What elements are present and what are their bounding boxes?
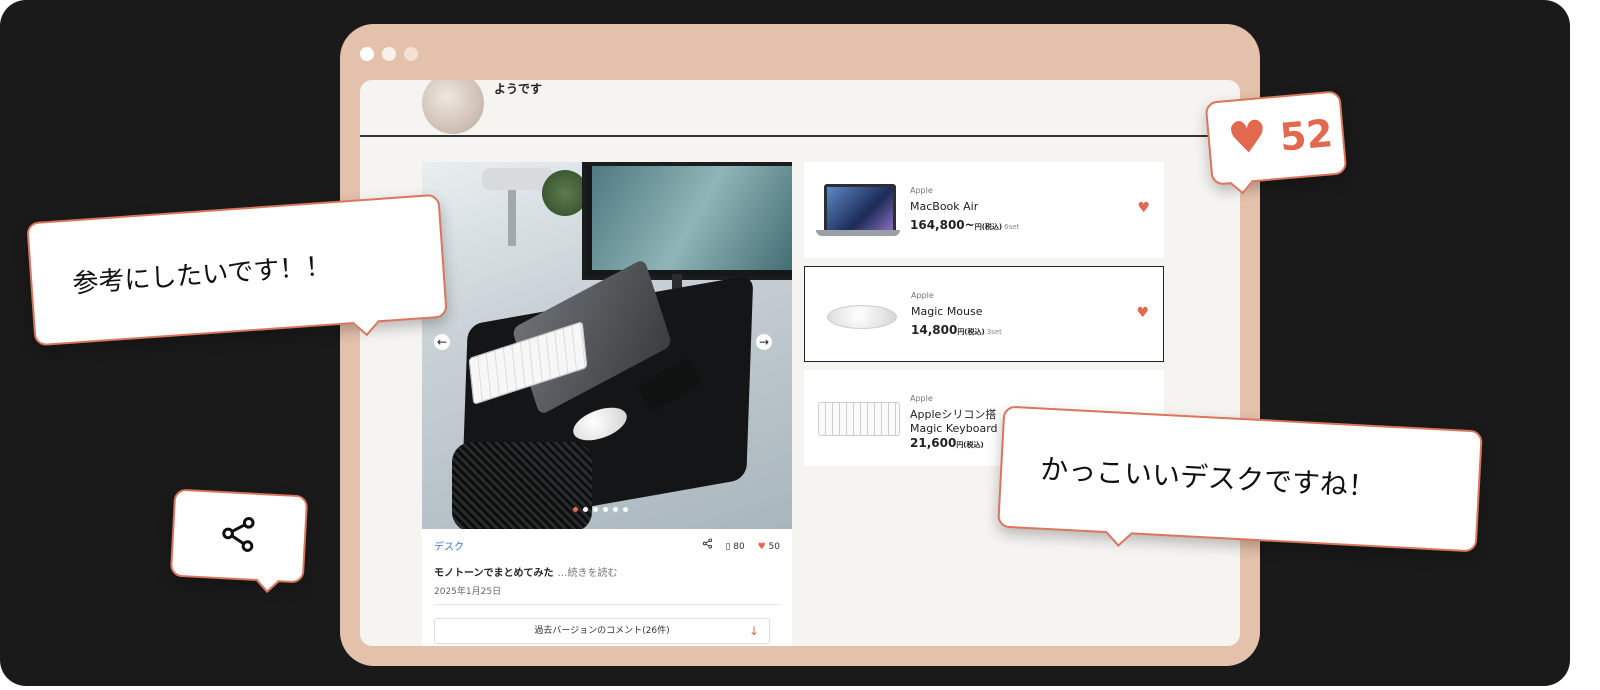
- keyboard-image: [818, 402, 900, 436]
- lamp-pole: [508, 190, 516, 246]
- past-comments-label: 過去バージョンのコメント(26件): [534, 626, 670, 636]
- comment-text: かっこいいデスクですね！: [1039, 452, 1377, 504]
- item-name-line1: Appleシリコン搭: [910, 408, 997, 421]
- item-price: 21,600円(税込): [910, 436, 984, 450]
- item-thumbnail: [817, 289, 901, 341]
- heart-icon: ♥: [757, 542, 766, 552]
- item-card[interactable]: Apple Magic Mouse 14,800円(税込) 3set ♥: [804, 266, 1164, 362]
- app-screen: ようです ← → デスク ▯ 80 ♥ 50 モノトーンでまとめてみた …続きを…: [360, 80, 1240, 646]
- post-photo[interactable]: ← →: [422, 162, 792, 529]
- item-thumbnail: [816, 392, 900, 444]
- carousel-pager: [573, 507, 633, 513]
- item-card[interactable]: Apple MacBook Air 164,800~円(税込) 6set ♥: [804, 162, 1164, 258]
- carousel-dot[interactable]: [603, 507, 608, 512]
- profile-caption: ようです: [494, 82, 543, 96]
- set-count: 3set: [986, 328, 1002, 336]
- bookmark-button[interactable]: ▯ 80: [725, 542, 744, 552]
- heart-icon[interactable]: ♥: [1137, 200, 1150, 216]
- monitor: [582, 162, 792, 280]
- window-maximize-dot[interactable]: [404, 47, 418, 61]
- item-brand: Apple: [910, 394, 933, 403]
- macbook-image: [824, 184, 896, 234]
- price-unit: 円(税込): [956, 441, 984, 449]
- likes-bubble: ♥ 52: [1204, 90, 1348, 195]
- post-title-text: モノトーンでまとめてみた: [434, 568, 554, 579]
- arrow-right-icon[interactable]: →: [756, 334, 772, 350]
- carousel-dot[interactable]: [593, 507, 598, 512]
- like-button[interactable]: ♥ 50: [758, 542, 780, 552]
- price-value: 21,600: [910, 436, 957, 450]
- comment-bubble: かっこいいデスクですね！: [997, 405, 1483, 553]
- price-unit: 円(税込): [974, 223, 1003, 231]
- item-price: 14,800円(税込) 3set: [911, 323, 1002, 337]
- likes-count: 52: [1278, 111, 1335, 160]
- card-separator: [434, 604, 780, 605]
- chair: [452, 442, 592, 529]
- past-comments-button[interactable]: 過去バージョンのコメント(26件) ↓: [434, 618, 770, 644]
- post-meta: デスク ▯ 80 ♥ 50: [434, 538, 780, 558]
- price-value: 14,800: [911, 323, 958, 337]
- carousel-dot[interactable]: [573, 507, 578, 512]
- header-divider: [360, 135, 1240, 137]
- window-minimize-dot[interactable]: [382, 47, 396, 61]
- set-count: 6set: [1004, 223, 1020, 231]
- heart-icon[interactable]: ♥: [1136, 305, 1149, 321]
- read-more-link[interactable]: …続きを読む: [558, 568, 618, 579]
- monitor-screen: [592, 166, 792, 270]
- like-count: 50: [768, 542, 780, 552]
- item-thumbnail: [816, 184, 900, 236]
- bookmark-icon: ▯: [725, 542, 731, 552]
- user-avatar[interactable]: [422, 80, 484, 134]
- price-value: 164,800~: [910, 218, 975, 232]
- window-close-dot[interactable]: [360, 47, 374, 61]
- browser-window: ようです ← → デスク ▯ 80 ♥ 50 モノトーンでまとめてみた …続きを…: [340, 24, 1260, 666]
- arrow-left-icon[interactable]: ←: [434, 334, 450, 350]
- carousel-dot[interactable]: [613, 507, 618, 512]
- item-brand: Apple: [911, 291, 934, 300]
- arrow-down-icon: ↓: [748, 624, 759, 638]
- post-title: モノトーンでまとめてみた …続きを読む: [434, 564, 618, 579]
- item-name: Magic Mouse: [911, 305, 983, 318]
- macbook-base-image: [816, 230, 900, 236]
- magic-mouse-image: [827, 305, 897, 329]
- item-price: 164,800~円(税込) 6set: [910, 218, 1019, 232]
- share-bubble[interactable]: [169, 488, 309, 593]
- price-unit: 円(税込): [957, 328, 985, 336]
- post-card: ← → デスク ▯ 80 ♥ 50 モノトーンでまとめてみた …続きを読む 202…: [422, 162, 792, 646]
- item-name-line2: Magic Keyboard: [910, 422, 998, 435]
- heart-icon: ♥: [1225, 110, 1270, 166]
- category-tag[interactable]: デスク: [434, 538, 464, 553]
- comment-text: 参考にしたいです！！: [71, 251, 333, 300]
- item-brand: Apple: [910, 186, 933, 195]
- post-actions: ▯ 80 ♥ 50: [692, 538, 780, 552]
- carousel-dot[interactable]: [623, 507, 628, 512]
- carousel-dot[interactable]: [583, 507, 588, 512]
- item-name: MacBook Air: [910, 200, 979, 213]
- share-icon[interactable]: [702, 538, 713, 552]
- bookmark-count: 80: [733, 542, 745, 552]
- post-date: 2025年1月25日: [434, 587, 502, 597]
- share-icon: [222, 516, 255, 552]
